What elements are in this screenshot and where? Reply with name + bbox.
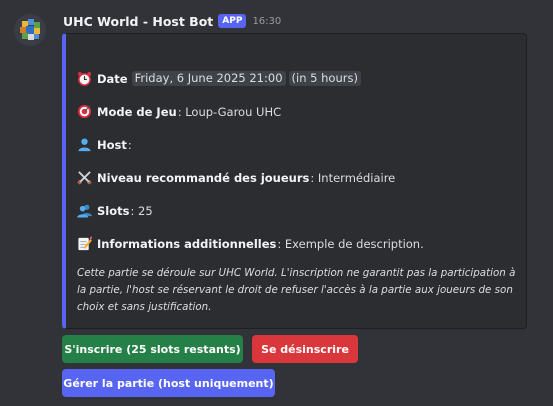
bot-avatar[interactable] — [14, 14, 46, 46]
author-name[interactable]: UHC World - Host Bot — [63, 14, 213, 29]
field-host-label: Host — [97, 137, 127, 152]
leave-button[interactable]: Se désinscrire — [252, 335, 358, 363]
field-slots-value: : 25 — [130, 203, 153, 218]
field-slots: Slots : 25 — [77, 203, 153, 218]
field-slots-label: Slots — [97, 203, 130, 218]
field-date: Date Friday, 6 June 2025 21:00 (in 5 hou… — [77, 71, 361, 86]
field-level-label: Niveau recommandé des joueurs — [97, 170, 310, 185]
field-host: Host : — [77, 137, 132, 152]
field-info-label: Informations additionnelles — [97, 236, 277, 251]
field-level: Niveau recommandé des joueurs : Interméd… — [77, 170, 395, 185]
message-timestamp[interactable]: 16:30 — [252, 16, 281, 27]
message-header: UHC World - Host Bot APP 16:30 — [63, 12, 281, 30]
event-embed: Date Friday, 6 June 2025 21:00 (in 5 hou… — [62, 33, 527, 329]
manage-button[interactable]: Gérer la partie (host uniquement) — [62, 369, 275, 397]
field-host-value: : — [127, 137, 132, 152]
field-info: Informations additionnelles : Exemple de… — [77, 236, 424, 251]
user-silhouette-icon — [78, 138, 91, 152]
embed-description: Cette partie se déroule sur UHC World. L… — [77, 267, 516, 313]
crossed-swords-icon — [77, 171, 92, 185]
field-level-value: : Intermédiaire — [310, 170, 396, 185]
field-info-value: : Exemple de description. — [277, 236, 424, 251]
bot-logo-icon — [14, 14, 46, 46]
users-silhouette-icon — [77, 204, 92, 218]
date-timestamp[interactable]: Friday, 6 June 2025 21:00 — [131, 71, 286, 86]
field-mode: Mode de Jeu : Loup-Garou UHC — [77, 104, 281, 119]
field-mode-value: : Loup-Garou UHC — [177, 104, 282, 119]
memo-icon — [78, 236, 92, 251]
app-badge: APP — [218, 14, 247, 28]
date-relative[interactable]: (in 5 hours) — [288, 71, 361, 86]
join-button[interactable]: S'inscrire (25 slots restants) — [62, 335, 243, 363]
field-date-label: Date — [97, 71, 128, 86]
alarm-clock-icon — [77, 71, 92, 86]
field-mode-label: Mode de Jeu — [97, 104, 177, 119]
target-icon — [77, 104, 92, 119]
